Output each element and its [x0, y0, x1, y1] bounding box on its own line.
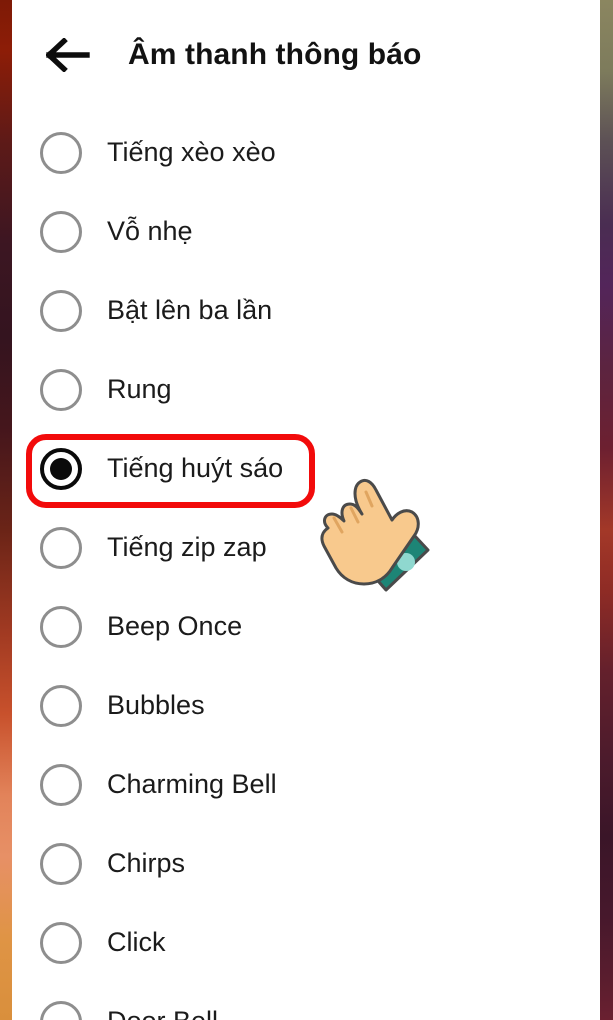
- sound-option-label: Vỗ nhẹ: [107, 216, 193, 246]
- app-bar: Âm thanh thông báo: [12, 0, 600, 110]
- sound-option-row[interactable]: Bật lên ba lần: [12, 271, 600, 350]
- radio-unselected-icon[interactable]: [40, 368, 82, 411]
- sound-option-row[interactable]: Charming Bell: [12, 745, 600, 824]
- radio-unselected-icon[interactable]: [40, 763, 82, 806]
- sound-option-row[interactable]: Vỗ nhẹ: [12, 192, 600, 271]
- radio-unselected-icon[interactable]: [40, 1000, 82, 1020]
- sound-option-label: Beep Once: [107, 611, 243, 641]
- radio-unselected-icon[interactable]: [40, 684, 82, 727]
- sound-option-label: Bật lên ba lần: [107, 295, 273, 325]
- radio-selected-icon[interactable]: [40, 447, 82, 490]
- sound-option-row[interactable]: Door Bell: [12, 982, 600, 1020]
- radio-unselected-icon[interactable]: [40, 842, 82, 885]
- phone-screenshot: Âm thanh thông báo Tiếng xèo xèo Vỗ nhẹ Bậ…: [0, 0, 613, 1020]
- radio-unselected-icon[interactable]: [40, 289, 82, 332]
- radio-unselected-icon[interactable]: [40, 605, 82, 648]
- radio-dot: [50, 457, 72, 480]
- sound-option-label: Rung: [107, 374, 172, 404]
- sound-option-label: Door Bell: [107, 1006, 218, 1020]
- notification-sound-screen: Âm thanh thông báo Tiếng xèo xèo Vỗ nhẹ Bậ…: [12, 0, 600, 1020]
- sound-option-label: Tiếng xèo xèo: [107, 137, 276, 167]
- radio-unselected-icon[interactable]: [40, 210, 82, 253]
- sound-option-row[interactable]: Rung: [12, 350, 600, 429]
- sound-option-label: Tiếng huýt sáo: [107, 453, 284, 483]
- sound-option-label: Chirps: [107, 848, 186, 878]
- sound-option-row[interactable]: Chirps: [12, 824, 600, 903]
- sound-option-label: Tiếng zip zap: [107, 532, 267, 562]
- sound-option-row[interactable]: Click: [12, 903, 600, 982]
- radio-unselected-icon[interactable]: [40, 526, 82, 569]
- back-button[interactable]: [32, 26, 104, 84]
- sound-option-row[interactable]: Tiếng xèo xèo: [12, 113, 600, 192]
- sound-option-row[interactable]: Bubbles: [12, 666, 600, 745]
- radio-unselected-icon[interactable]: [40, 921, 82, 964]
- sound-option-label: Charming Bell: [107, 769, 277, 799]
- wallpaper-edge-left: [0, 0, 12, 1020]
- sound-option-label: Click: [107, 927, 166, 957]
- radio-unselected-icon[interactable]: [40, 131, 82, 174]
- sound-option-row[interactable]: Tiếng huýt sáo: [12, 429, 600, 508]
- sound-option-label: Bubbles: [107, 690, 205, 720]
- page-title: Âm thanh thông báo: [128, 38, 422, 71]
- arrow-left-icon: [46, 38, 90, 72]
- wallpaper-edge-right: [600, 0, 613, 1020]
- sound-options-list: Tiếng xèo xèo Vỗ nhẹ Bật lên ba lần Rung Tiế…: [12, 113, 600, 1020]
- sound-option-row[interactable]: Beep Once: [12, 587, 600, 666]
- sound-option-row[interactable]: Tiếng zip zap: [12, 508, 600, 587]
